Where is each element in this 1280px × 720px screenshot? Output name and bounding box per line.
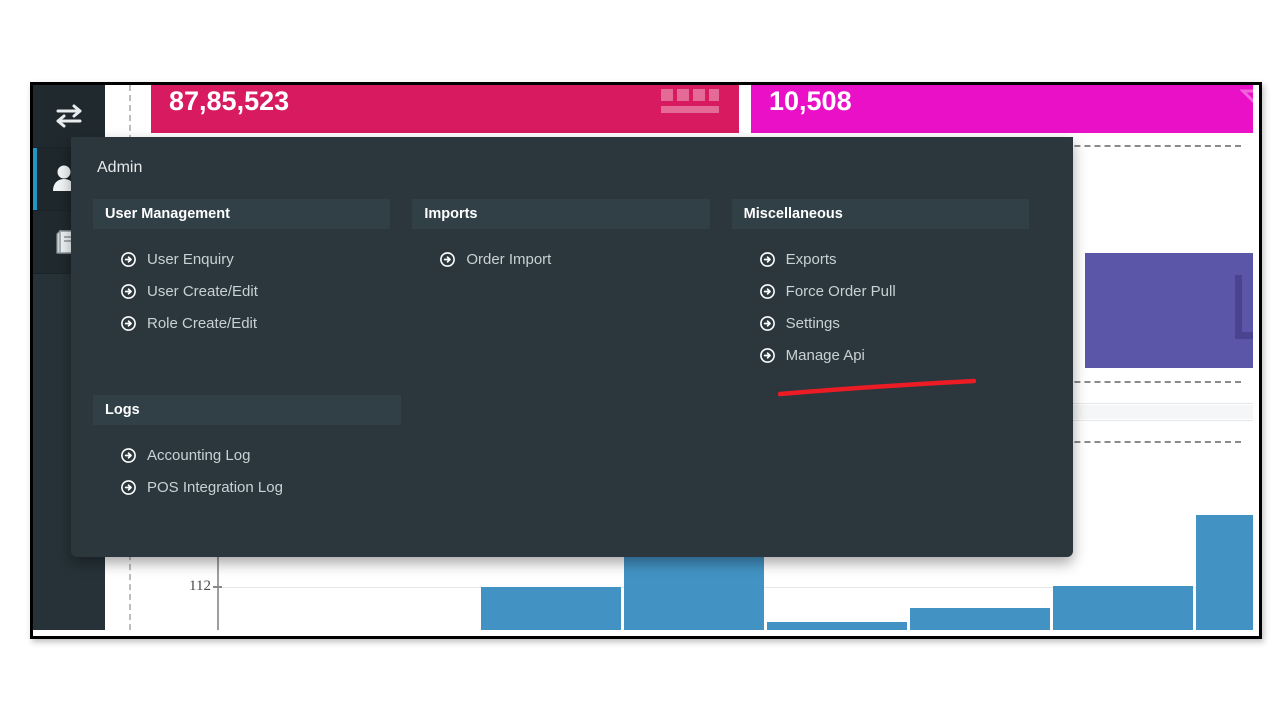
menu-item-user-enquiry[interactable]: User Enquiry (93, 243, 390, 275)
menu-column-heading: User Management (93, 199, 391, 229)
arrow-circle-right-icon (759, 315, 775, 331)
arrow-circle-right-icon (121, 315, 136, 331)
menu-item-force-order-pull[interactable]: Force Order Pull (732, 275, 1029, 307)
screenshot-canvas: 87,85,523 10,508 112 Admin User Manageme… (0, 0, 1280, 720)
arrow-circle-right-icon (759, 283, 775, 299)
menu-column-items: Accounting Log POS Integration Log (93, 425, 401, 503)
chart-bar[interactable] (1196, 515, 1253, 630)
chart-y-tick (213, 586, 222, 588)
chart-y-tick-label: 112 (189, 578, 211, 594)
arrow-circle-right-icon (121, 283, 136, 299)
menu-column-logs: Logs Accounting Log POS Integration Log (93, 395, 401, 503)
menu-item-label: Accounting Log (147, 446, 251, 464)
menu-row-secondary: Logs Accounting Log POS Integration Log (93, 395, 1051, 503)
menu-row-primary: User Management User Enquiry User Create… (93, 199, 1051, 371)
chart-bar[interactable] (910, 608, 1050, 630)
menu-item-accounting-log[interactable]: Accounting Log (93, 439, 401, 471)
arrow-circle-right-icon (121, 447, 136, 463)
chart-bar[interactable] (481, 587, 621, 630)
menu-column-heading: Logs (93, 395, 401, 425)
bar-chart-card[interactable] (1085, 253, 1253, 368)
chart-bars-icon (659, 87, 721, 128)
menu-item-label: User Enquiry (147, 250, 234, 268)
menu-item-label: Role Create/Edit (147, 314, 258, 332)
arrow-circle-right-icon (759, 347, 775, 363)
menu-row-spacer (93, 371, 1051, 395)
menu-item-order-import[interactable]: Order Import (412, 243, 709, 275)
menu-column-imports: Imports Order Import (412, 199, 710, 371)
kpi-value-orders: 10,508 (769, 85, 852, 116)
arrow-circle-right-icon (759, 251, 775, 267)
menu-column-items: User Enquiry User Create/Edit Role Creat… (93, 229, 390, 339)
arrow-circle-right-icon (121, 251, 136, 267)
menu-column-items: Order Import (412, 229, 709, 275)
kpi-card-orders[interactable]: 10,508 (751, 85, 1253, 133)
admin-dropdown-menu: Admin User Management User Enquiry User … (71, 137, 1073, 557)
menu-body: User Management User Enquiry User Create… (71, 199, 1073, 503)
menu-column-heading: Imports (412, 199, 710, 229)
menu-item-label: Manage Api (785, 346, 865, 364)
chart-bar[interactable] (1053, 586, 1193, 630)
menu-title: Admin (97, 159, 143, 176)
menu-column-user-management: User Management User Enquiry User Create… (93, 199, 391, 371)
menu-item-label: Order Import (466, 250, 552, 268)
chart-bar[interactable] (767, 622, 907, 630)
menu-column-heading: Miscellaneous (731, 199, 1029, 229)
browser-frame: 87,85,523 10,508 112 Admin User Manageme… (30, 82, 1262, 639)
arrow-circle-right-icon (121, 479, 136, 495)
menu-column-items: Exports Force Order Pull Settings Manage… (732, 229, 1029, 371)
menu-item-user-create-edit[interactable]: User Create/Edit (93, 275, 390, 307)
menu-item-exports[interactable]: Exports (732, 243, 1029, 275)
menu-item-label: POS Integration Log (147, 478, 283, 496)
funnel-icon (1239, 87, 1253, 133)
menu-item-manage-api[interactable]: Manage Api (732, 339, 1029, 371)
menu-item-label: User Create/Edit (147, 282, 258, 300)
menu-item-pos-integration-log[interactable]: POS Integration Log (93, 471, 401, 503)
menu-item-settings[interactable]: Settings (732, 307, 1029, 339)
menu-item-label: Force Order Pull (785, 282, 896, 300)
app-viewport: 87,85,523 10,508 112 Admin User Manageme… (33, 85, 1253, 630)
menu-item-label: Exports (785, 250, 837, 268)
kpi-card-revenue[interactable]: 87,85,523 (151, 85, 739, 133)
menu-item-role-create-edit[interactable]: Role Create/Edit (93, 307, 390, 339)
menu-header: Admin (71, 137, 1073, 199)
menu-column-miscellaneous: Miscellaneous Exports Force Order Pull S… (731, 199, 1029, 371)
arrow-circle-right-icon (440, 251, 456, 267)
exchange-arrows-icon (54, 103, 84, 129)
kpi-value-revenue: 87,85,523 (169, 85, 290, 116)
menu-item-label: Settings (785, 314, 840, 332)
